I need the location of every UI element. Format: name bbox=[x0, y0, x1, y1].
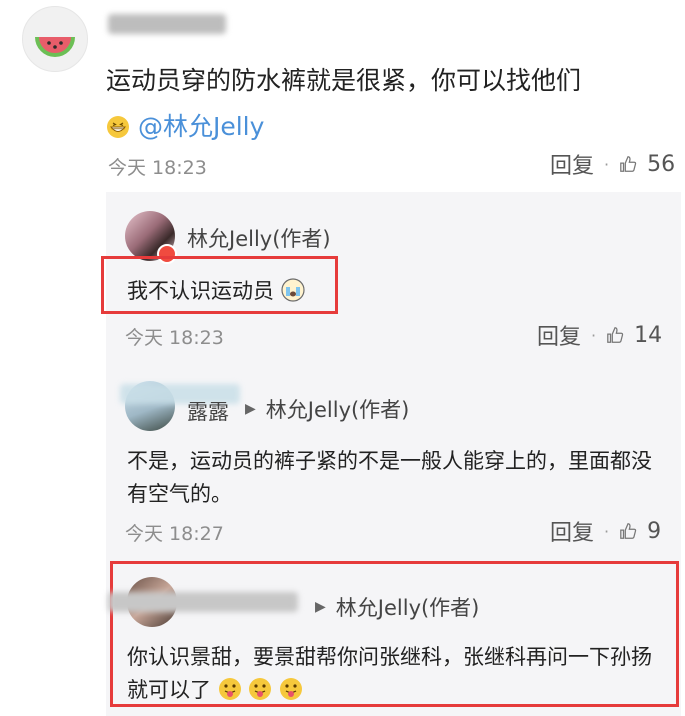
tongue-emoji-icon bbox=[280, 678, 303, 700]
reply-2-actions: 回复 · 9 bbox=[550, 515, 662, 547]
reply-1-author[interactable]: 林允Jelly(作者) bbox=[187, 223, 331, 253]
reply-3-target-name[interactable]: 林允Jelly(作者) bbox=[336, 592, 480, 622]
reply-1-timestamp: 今天 18:23 bbox=[125, 327, 224, 349]
thumbs-up-icon[interactable] bbox=[619, 155, 637, 173]
commenter-name-obscured[interactable] bbox=[108, 14, 226, 34]
reply-3-target: ▶ 林允Jelly(作者) bbox=[315, 592, 479, 622]
crying-emoji-icon bbox=[281, 278, 305, 302]
comment-actions: 回复 · 56 bbox=[550, 148, 676, 180]
comment-line-1: 运动员穿的防水裤就是很紧，你可以找他们 bbox=[106, 66, 582, 95]
reply-1-text: 我不认识运动员 bbox=[127, 275, 305, 308]
reply-1-actions: 回复 · 14 bbox=[537, 319, 663, 351]
reply-3-name-obscured[interactable] bbox=[108, 592, 298, 612]
thumbs-up-icon[interactable] bbox=[606, 326, 624, 344]
reply-2-author-partial[interactable]: 露露 bbox=[187, 396, 229, 426]
reply-2-separator: · bbox=[604, 521, 610, 541]
reply-arrow-icon: ▶ bbox=[245, 401, 256, 417]
reply-3-text-content: 你认识景甜，要景甜帮你问张继科，张继科再问一下孙扬就可以了 bbox=[127, 645, 652, 702]
tongue-emoji-icon bbox=[218, 678, 241, 700]
comment-text: 运动员穿的防水裤就是很紧，你可以找他们 @林允Jelly bbox=[106, 58, 666, 150]
reply-1-separator: · bbox=[591, 325, 597, 345]
reply-2-reply-button[interactable]: 回复 bbox=[550, 515, 594, 547]
reply-arrow-icon: ▶ bbox=[315, 599, 326, 615]
reply-button[interactable]: 回复 bbox=[550, 148, 594, 180]
mention-link[interactable]: @林允Jelly bbox=[138, 112, 264, 141]
like-count: 56 bbox=[647, 151, 676, 177]
reply-2-like-count: 9 bbox=[647, 518, 662, 544]
comment-line-2: @林允Jelly bbox=[106, 104, 666, 150]
reply-1-like-count: 14 bbox=[634, 322, 663, 348]
reply-2-timestamp: 今天 18:27 bbox=[125, 523, 224, 545]
reply-2-target: ▶ 林允Jelly(作者) bbox=[245, 394, 409, 424]
reply-1-text-content: 我不认识运动员 bbox=[127, 279, 274, 303]
tongue-emoji-icon bbox=[249, 678, 272, 700]
action-separator: · bbox=[604, 154, 610, 174]
comment-timestamp: 今天 18:23 bbox=[108, 157, 207, 179]
reply-2-text: 不是，运动员的裤子紧的不是一般人能穿上的，里面都没有空气的。 bbox=[127, 449, 652, 506]
thumbs-up-icon[interactable] bbox=[619, 522, 637, 540]
reply-1-reply-button[interactable]: 回复 bbox=[537, 319, 581, 351]
grin-emoji-icon bbox=[107, 116, 129, 138]
reply-2-target-name[interactable]: 林允Jelly(作者) bbox=[266, 394, 410, 424]
watermelon-icon bbox=[35, 36, 75, 57]
reply-3-text: 你认识景甜，要景甜帮你问张继科，张继科再问一下孙扬就可以了 bbox=[127, 641, 667, 707]
commenter-avatar[interactable] bbox=[22, 6, 88, 72]
